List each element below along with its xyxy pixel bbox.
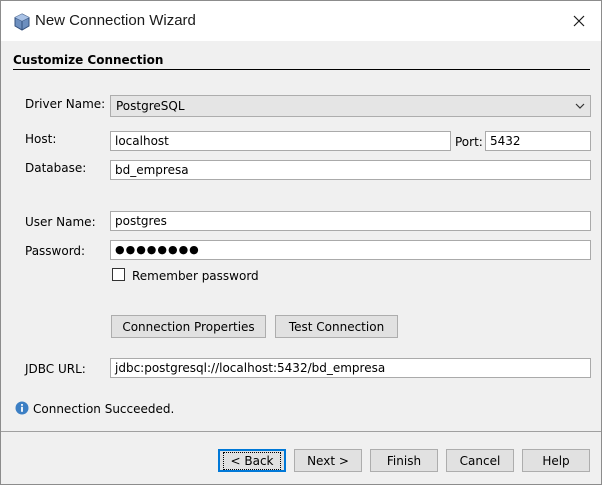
section-divider (13, 69, 590, 70)
password-label: Password: (25, 244, 86, 258)
status-message: Connection Succeeded. (33, 402, 175, 416)
host-input[interactable]: localhost (110, 131, 451, 151)
jdbc-url-field[interactable]: jdbc:postgresql://localhost:5432/bd_empr… (110, 358, 591, 378)
password-input[interactable]: ●●●●●●●● (110, 240, 591, 260)
test-connection-button[interactable]: Test Connection (275, 315, 398, 338)
close-icon (573, 15, 585, 27)
back-button-label: < Back (223, 451, 281, 470)
chevron-down-icon (575, 103, 585, 109)
port-input[interactable]: 5432 (485, 131, 591, 151)
next-button[interactable]: Next > (294, 449, 362, 472)
remember-password-label[interactable]: Remember password (132, 269, 259, 283)
host-label: Host: (25, 132, 57, 146)
close-button[interactable] (557, 1, 601, 41)
title-bar: New Connection Wizard (1, 1, 601, 41)
driver-name-value: PostgreSQL (116, 99, 185, 113)
back-button[interactable]: < Back (218, 449, 286, 472)
remember-password-checkbox[interactable] (112, 268, 125, 281)
database-input[interactable]: bd_empresa (110, 160, 591, 180)
jdbc-url-label: JDBC URL: (25, 362, 86, 376)
port-label: Port: (455, 135, 483, 149)
database-cube-icon (14, 13, 30, 31)
info-icon (15, 401, 29, 415)
connection-properties-button[interactable]: Connection Properties (111, 315, 266, 338)
finish-button[interactable]: Finish (370, 449, 438, 472)
database-label: Database: (25, 161, 87, 175)
window-title: New Connection Wizard (35, 12, 196, 29)
cancel-button[interactable]: Cancel (446, 449, 514, 472)
driver-name-select[interactable]: PostgreSQL (110, 95, 591, 117)
username-label: User Name: (25, 215, 96, 229)
footer-divider (1, 431, 601, 432)
username-input[interactable]: postgres (110, 211, 591, 231)
driver-name-label: Driver Name: (25, 97, 106, 111)
section-title: Customize Connection (13, 53, 164, 67)
help-button[interactable]: Help (522, 449, 590, 472)
new-connection-wizard-dialog: New Connection Wizard Customize Connecti… (0, 0, 602, 485)
